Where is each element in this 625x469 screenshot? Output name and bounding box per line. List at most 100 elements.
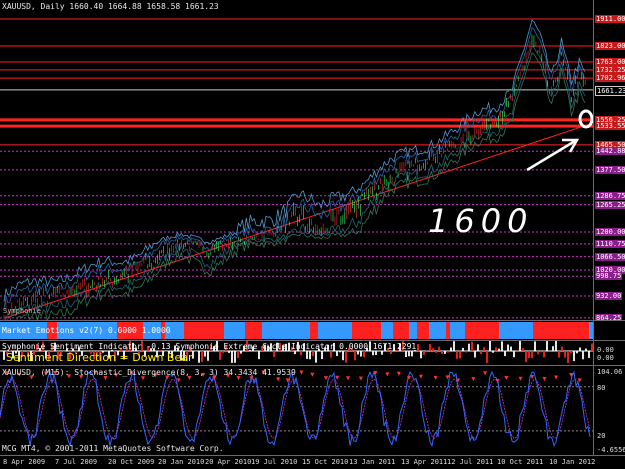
sentiment-bar bbox=[228, 351, 230, 353]
emotion-bar bbox=[465, 322, 477, 339]
emotion-bar bbox=[533, 322, 546, 339]
sentiment-bar bbox=[3, 351, 5, 360]
sentiment-bar bbox=[411, 351, 413, 357]
price-axis[interactable]: 1911.00 1823.00 1763.00 1732.25 1702.96 1661.… bbox=[593, 0, 625, 322]
sentiment-bar bbox=[444, 351, 446, 354]
sentiment-bar bbox=[237, 351, 239, 359]
sentiment-bar bbox=[492, 351, 494, 353]
sentiment-bar bbox=[222, 351, 224, 353]
emotion-bar bbox=[245, 322, 262, 339]
chart-window[interactable]: XAUUSD, Daily 1660.40 1664.88 1658.58 16… bbox=[0, 0, 625, 469]
sentiment-bar bbox=[483, 347, 485, 351]
chart-header: XAUUSD, Daily 1660.40 1664.88 1658.58 16… bbox=[2, 2, 219, 11]
stoch-axis-min: -4.6556 bbox=[597, 446, 625, 454]
sentiment-bar bbox=[465, 351, 467, 353]
sentiment-bar bbox=[531, 351, 533, 359]
market-emotions-pane[interactable]: Market Emotions v2(7) 0.0000 1.0000 bbox=[0, 321, 593, 340]
sentiment-bar bbox=[195, 351, 197, 352]
sentiment-bar bbox=[570, 351, 572, 354]
divergence-arrow-icon bbox=[346, 376, 351, 381]
sentiment-bar bbox=[204, 351, 206, 357]
emotion-bar bbox=[206, 322, 224, 339]
price-level-label: 1661.23 bbox=[595, 85, 625, 96]
price-level-label: 1732.25 bbox=[595, 65, 625, 74]
sentiment-bar bbox=[480, 351, 482, 355]
price-level-label: 932.00 bbox=[595, 292, 623, 300]
sentiment-bar bbox=[294, 351, 296, 355]
divergence-arrow-icon bbox=[483, 371, 488, 376]
sentiment-bar bbox=[417, 343, 419, 351]
sentiment-bar bbox=[315, 351, 317, 363]
sentiment-bar bbox=[360, 351, 362, 357]
emotion-bar bbox=[435, 322, 446, 339]
divergence-arrow-icon bbox=[299, 370, 304, 375]
sentiment-bar bbox=[300, 351, 302, 356]
sentiment-bar bbox=[588, 351, 590, 358]
sentiment-bar bbox=[477, 344, 479, 351]
sentiment-bar bbox=[339, 351, 341, 353]
divergence-arrow-icon bbox=[471, 377, 476, 382]
sentiment-pane[interactable]: Symphonie Sentiment Indicator -0.13 Symp… bbox=[0, 341, 593, 365]
divergence-arrow-icon bbox=[518, 376, 523, 381]
price-level-label: 1265.25 bbox=[595, 200, 625, 209]
sentiment-bar bbox=[510, 346, 512, 351]
time-axis-label: 8 Apr 2009 bbox=[3, 458, 46, 466]
sentiment-bar bbox=[471, 341, 473, 351]
sentiment-bar bbox=[474, 351, 476, 358]
emotion-bar bbox=[184, 322, 198, 339]
time-axis-label: 13 Jan 2011 bbox=[349, 458, 396, 466]
price-pane[interactable]: XAUUSD, Daily 1660.40 1664.88 1658.58 16… bbox=[0, 0, 593, 320]
sentiment-bar bbox=[561, 346, 563, 351]
sentiment-bar bbox=[405, 351, 407, 358]
emotion-bar bbox=[381, 322, 393, 339]
sentiment-bar bbox=[258, 351, 260, 360]
sentiment-bar bbox=[432, 348, 434, 351]
time-axis[interactable]: 8 Apr 2009 7 Jul 2009 20 Oct 2009 20 Jan 20… bbox=[0, 455, 625, 469]
emotion-bar bbox=[499, 322, 518, 339]
sentiment-bar bbox=[486, 351, 488, 363]
sentiment-bar bbox=[552, 346, 554, 351]
emotion-bar bbox=[446, 322, 450, 339]
sentiment-bar bbox=[522, 348, 524, 351]
price-level-label: 1200.00 bbox=[595, 228, 625, 236]
sentiment-bar bbox=[312, 351, 314, 356]
emotions-axis bbox=[593, 321, 625, 340]
price-level-label: 1066.50 bbox=[595, 252, 625, 261]
sentiment-bar bbox=[336, 351, 338, 356]
sentiment-bar bbox=[495, 347, 497, 351]
envelope-band bbox=[4, 45, 586, 320]
sentiment-bar bbox=[513, 351, 515, 358]
sentiment-bar bbox=[567, 351, 569, 363]
sentiment-axis-bottom: 0.00 bbox=[597, 354, 614, 362]
emotion-bar bbox=[450, 322, 456, 339]
sentiment-bar bbox=[438, 346, 440, 351]
sentiment-bar bbox=[408, 351, 410, 357]
sentiment-bar bbox=[456, 351, 458, 359]
divergence-arrow-icon bbox=[335, 375, 340, 380]
sentiment-bar bbox=[462, 347, 464, 351]
sentiment-bar bbox=[450, 347, 452, 351]
price-level-label: 1110.75 bbox=[595, 239, 625, 248]
divergence-arrow-icon bbox=[418, 374, 423, 379]
sentiment-bar bbox=[576, 351, 578, 354]
divergence-arrow-icon bbox=[542, 376, 547, 381]
time-axis-label: 15 Oct 2010 bbox=[302, 458, 349, 466]
sentiment-bar bbox=[507, 344, 509, 351]
emotion-bar bbox=[393, 322, 409, 339]
emotion-bar bbox=[558, 322, 571, 339]
sentiment-bar bbox=[363, 351, 365, 358]
emotion-bar bbox=[417, 322, 429, 339]
sentiment-bar bbox=[372, 351, 374, 356]
sentiment-bar bbox=[390, 351, 392, 355]
stoch-axis-20: 20 bbox=[597, 432, 606, 440]
sentiment-bar bbox=[498, 348, 500, 351]
sentiment-bar bbox=[585, 348, 587, 351]
sentiment-bar bbox=[459, 351, 461, 359]
stochastic-pane[interactable]: XAUUSD, (M15): Stochastic_Divergence(8, … bbox=[0, 366, 593, 455]
price-level-label: 1823.00 bbox=[595, 42, 625, 50]
emotion-bar bbox=[546, 322, 558, 339]
emotion-bar bbox=[224, 322, 239, 339]
sentiment-bar bbox=[441, 351, 443, 354]
market-emotions-label: Market Emotions v2(7) 0.0000 1.0000 bbox=[2, 326, 171, 335]
sentiment-bar bbox=[579, 347, 581, 351]
